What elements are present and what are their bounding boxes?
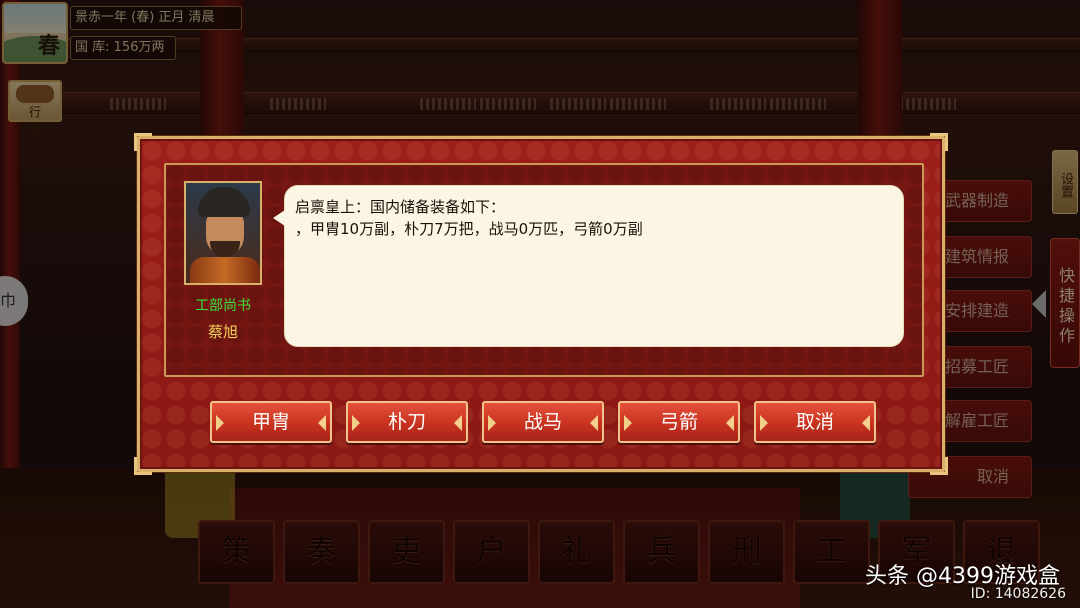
choice-buttons: 甲胄 朴刀 战马 弓箭 取消: [210, 401, 876, 443]
cancel-button-label: 取消: [795, 411, 834, 433]
watermark-id: ID: 14082626: [970, 586, 1066, 602]
saber-button-label: 朴刀: [387, 411, 426, 433]
corner-ornament: [930, 457, 948, 475]
arrow-right-icon: [590, 415, 598, 431]
message-line: 启禀皇上：国内储备装备如下：: [295, 198, 506, 216]
arrow-left-icon: [488, 415, 496, 431]
arrow-right-icon: [862, 415, 870, 431]
armor-button[interactable]: 甲胄: [210, 401, 332, 443]
portrait-armor: [190, 257, 260, 283]
corner-ornament: [930, 133, 948, 151]
cancel-button[interactable]: 取消: [754, 401, 876, 443]
saber-button[interactable]: 朴刀: [346, 401, 468, 443]
arrow-left-icon: [352, 415, 360, 431]
corner-ornament: [134, 133, 152, 151]
official-title: 工部尚书: [195, 298, 251, 314]
equipment-report-dialog: 工部尚书 蔡旭 启禀皇上：国内储备装备如下： ，甲胄10万副，朴刀7万把，战马0…: [134, 133, 948, 475]
arrow-left-icon: [760, 415, 768, 431]
warhorse-button[interactable]: 战马: [482, 401, 604, 443]
dialog-message-panel: 工部尚书 蔡旭 启禀皇上：国内储备装备如下： ，甲胄10万副，朴刀7万把，战马0…: [164, 163, 924, 377]
message-line: ，甲胄10万副，朴刀7万把，战马0万匹，弓箭0万副: [295, 220, 643, 238]
arrow-left-icon: [624, 415, 632, 431]
arrow-right-icon: [318, 415, 326, 431]
armor-button-label: 甲胄: [251, 411, 290, 433]
corner-ornament: [134, 457, 152, 475]
official-name: 蔡旭: [207, 323, 238, 341]
speech-bubble: 启禀皇上：国内储备装备如下： ，甲胄10万副，朴刀7万把，战马0万匹，弓箭0万副: [273, 185, 904, 347]
arrow-right-icon: [726, 415, 734, 431]
bow-button-label: 弓箭: [659, 411, 698, 433]
official-portrait: [184, 181, 262, 285]
arrow-right-icon: [454, 415, 462, 431]
arrow-left-icon: [216, 415, 224, 431]
warhorse-button-label: 战马: [523, 411, 562, 433]
bow-button[interactable]: 弓箭: [618, 401, 740, 443]
